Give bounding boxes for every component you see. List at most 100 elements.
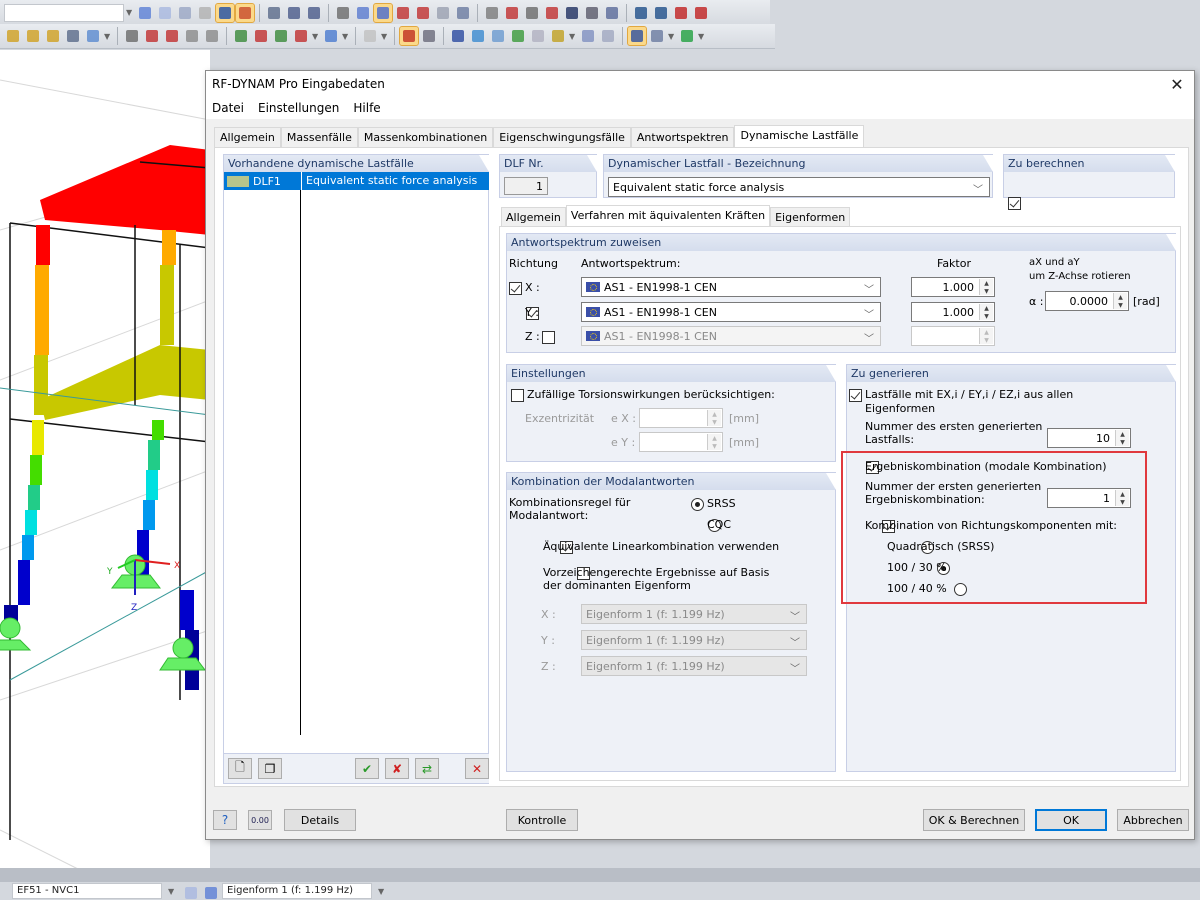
perspective-icon[interactable] [361,27,379,45]
gears-icon[interactable] [603,4,621,22]
srss-radio[interactable] [691,497,704,511]
description-select[interactable]: Equivalent static force analysis ﹀ [608,177,990,197]
load2-icon[interactable] [652,4,670,22]
tab-massenkombinationen[interactable]: Massenkombinationen [357,127,494,147]
ok-button[interactable]: OK [1035,809,1107,831]
axes-icon[interactable] [322,27,340,45]
spinner-icon[interactable]: ▲ ▼ [979,279,993,295]
dropdown-arrow-icon[interactable]: ▼ [668,32,676,41]
view-y-icon[interactable] [252,27,270,45]
view-x-icon[interactable] [232,27,250,45]
snap-icon[interactable] [354,4,372,22]
table-icon[interactable] [285,4,303,22]
to-calculate-checkbox[interactable] [1008,196,1021,210]
mirror-icon[interactable] [523,4,541,22]
loadcase-combo[interactable]: EF51 - NVC1 [12,883,162,899]
spinner-icon[interactable]: ▲ ▼ [1113,293,1127,309]
filter-icon[interactable] [648,27,666,45]
view-neg-x-icon[interactable] [292,27,310,45]
select-icon[interactable] [84,27,102,45]
load-icon[interactable] [632,4,650,22]
factor-x-input[interactable]: 1.000 ▲ ▼ [911,277,995,297]
subtab-allgemein[interactable]: Allgemein [501,207,566,226]
dropdown-arrow-icon[interactable]: ▼ [342,32,350,41]
menu-datei[interactable]: Datei [212,101,244,115]
tab-eigenschwingungsfaelle[interactable]: Eigenschwingungsfälle [493,127,631,147]
diagram-icon[interactable] [579,27,597,45]
close-icon[interactable]: ✕ [1166,73,1188,95]
result-tiles-icon[interactable] [549,27,567,45]
dropdown-arrow-icon[interactable]: ▼ [378,887,386,896]
tab-antwortspektren[interactable]: Antwortspektren [630,127,735,147]
factor-y-input[interactable]: 1.000 ▲ ▼ [911,302,995,322]
table-view-icon[interactable] [599,27,617,45]
result-list-icon[interactable] [627,26,647,46]
deformation-icon[interactable] [399,26,419,46]
color-scale-icon[interactable] [678,27,696,45]
dropdown-arrow-icon[interactable]: ▼ [569,32,577,41]
direction-x-checkbox[interactable] [509,281,522,295]
delete-icon[interactable]: ✕ [465,758,489,779]
show-results-icon[interactable] [215,2,235,23]
section3-icon[interactable] [414,4,432,22]
subtab-verfahren[interactable]: Verfahren mit äquivalenten Kräften [565,205,771,226]
surface-results-icon[interactable] [469,27,487,45]
list-item[interactable]: DLF1 Equivalent static force analysis [224,172,489,190]
tab-massenfaelle[interactable]: Massenfälle [280,127,358,147]
table2-icon[interactable] [305,4,323,22]
spectrum-y-select[interactable]: AS1 - EN1998-1 CEN ﹀ [581,302,881,322]
rotate-icon[interactable] [503,4,521,22]
subtab-eigenformen[interactable]: Eigenformen [770,207,851,226]
section-cut-icon[interactable] [529,27,547,45]
support-reactions-icon[interactable] [509,27,527,45]
dropdown-arrow-icon[interactable]: ▼ [104,32,112,41]
first-lc-input[interactable]: 10 ▲ ▼ [1047,428,1131,448]
details-button[interactable]: Details [284,809,356,831]
solid-results-icon[interactable] [489,27,507,45]
dropdown-arrow-icon[interactable]: ▼ [312,32,320,41]
next-icon[interactable] [202,884,217,899]
units-icon[interactable]: 0.00 [248,810,272,830]
box-view-icon[interactable] [203,27,221,45]
member-icon[interactable] [24,27,42,45]
model-viewport[interactable]: X Y Z [0,50,210,890]
dropdown-arrow-icon[interactable]: ▼ [168,887,176,896]
surface-icon[interactable] [44,27,62,45]
torsion-checkbox[interactable] [511,388,524,402]
pick-icon[interactable] [176,4,194,22]
alpha-input[interactable]: 0.0000 ▲ ▼ [1045,291,1129,311]
view-z-icon[interactable] [272,27,290,45]
zoom-window-icon[interactable] [143,27,161,45]
pan-icon[interactable] [123,27,141,45]
previous-icon[interactable] [136,4,154,22]
ok-calculate-button[interactable]: OK & Berechnen [923,809,1025,831]
previous-icon[interactable] [182,884,197,899]
member-results-icon[interactable] [449,27,467,45]
settings-icon[interactable] [583,4,601,22]
node-icon[interactable] [4,27,22,45]
check-button[interactable]: Kontrolle [506,809,578,831]
values-icon[interactable] [196,4,214,22]
view-icon[interactable] [265,4,283,22]
spinner-icon[interactable]: ▲ ▼ [979,304,993,320]
menu-hilfe[interactable]: Hilfe [353,101,380,115]
tab-allgemein[interactable]: Allgemein [214,127,281,147]
toggle-check-icon[interactable]: ⇄ [415,758,439,779]
show-values-icon[interactable] [235,2,255,23]
grid-icon[interactable] [334,4,352,22]
save-view-icon[interactable] [64,27,82,45]
measure-icon[interactable] [454,4,472,22]
dropdown-arrow-icon[interactable]: ▼ [698,32,706,41]
next-icon[interactable] [156,4,174,22]
dropdown-arrow-icon[interactable]: ▼ [126,8,134,17]
building-icon[interactable] [434,4,452,22]
spectrum-x-select[interactable]: AS1 - EN1998-1 CEN ﹀ [581,277,881,297]
dropdown-arrow-icon[interactable]: ▼ [381,32,389,41]
mode-combo[interactable]: Eigenform 1 (f: 1.199 Hz) [222,883,372,899]
loadcases-checkbox[interactable] [849,388,862,402]
support-icon[interactable] [672,4,690,22]
section2-icon[interactable] [394,4,412,22]
toolbar-combo[interactable] [4,3,124,22]
spinner-icon[interactable]: ▲ ▼ [1115,430,1129,446]
copy-case-icon[interactable]: ❐ [258,758,282,779]
